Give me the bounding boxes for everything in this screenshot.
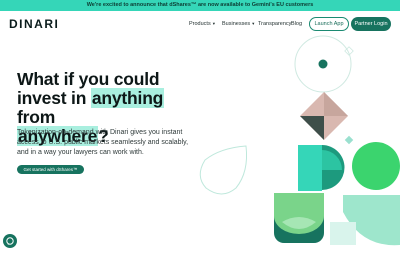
small-teal-diamond [344, 135, 354, 145]
diamond-shade [300, 116, 324, 140]
dot [318, 59, 328, 69]
chat-icon [6, 237, 14, 245]
pale-block [330, 222, 356, 245]
diamond-facet [324, 92, 348, 116]
chat-widget-button[interactable] [3, 234, 17, 248]
teardrop-outline [199, 145, 247, 195]
green-circle [352, 142, 400, 190]
teal-block [298, 145, 322, 191]
hero-illustration [199, 35, 400, 246]
